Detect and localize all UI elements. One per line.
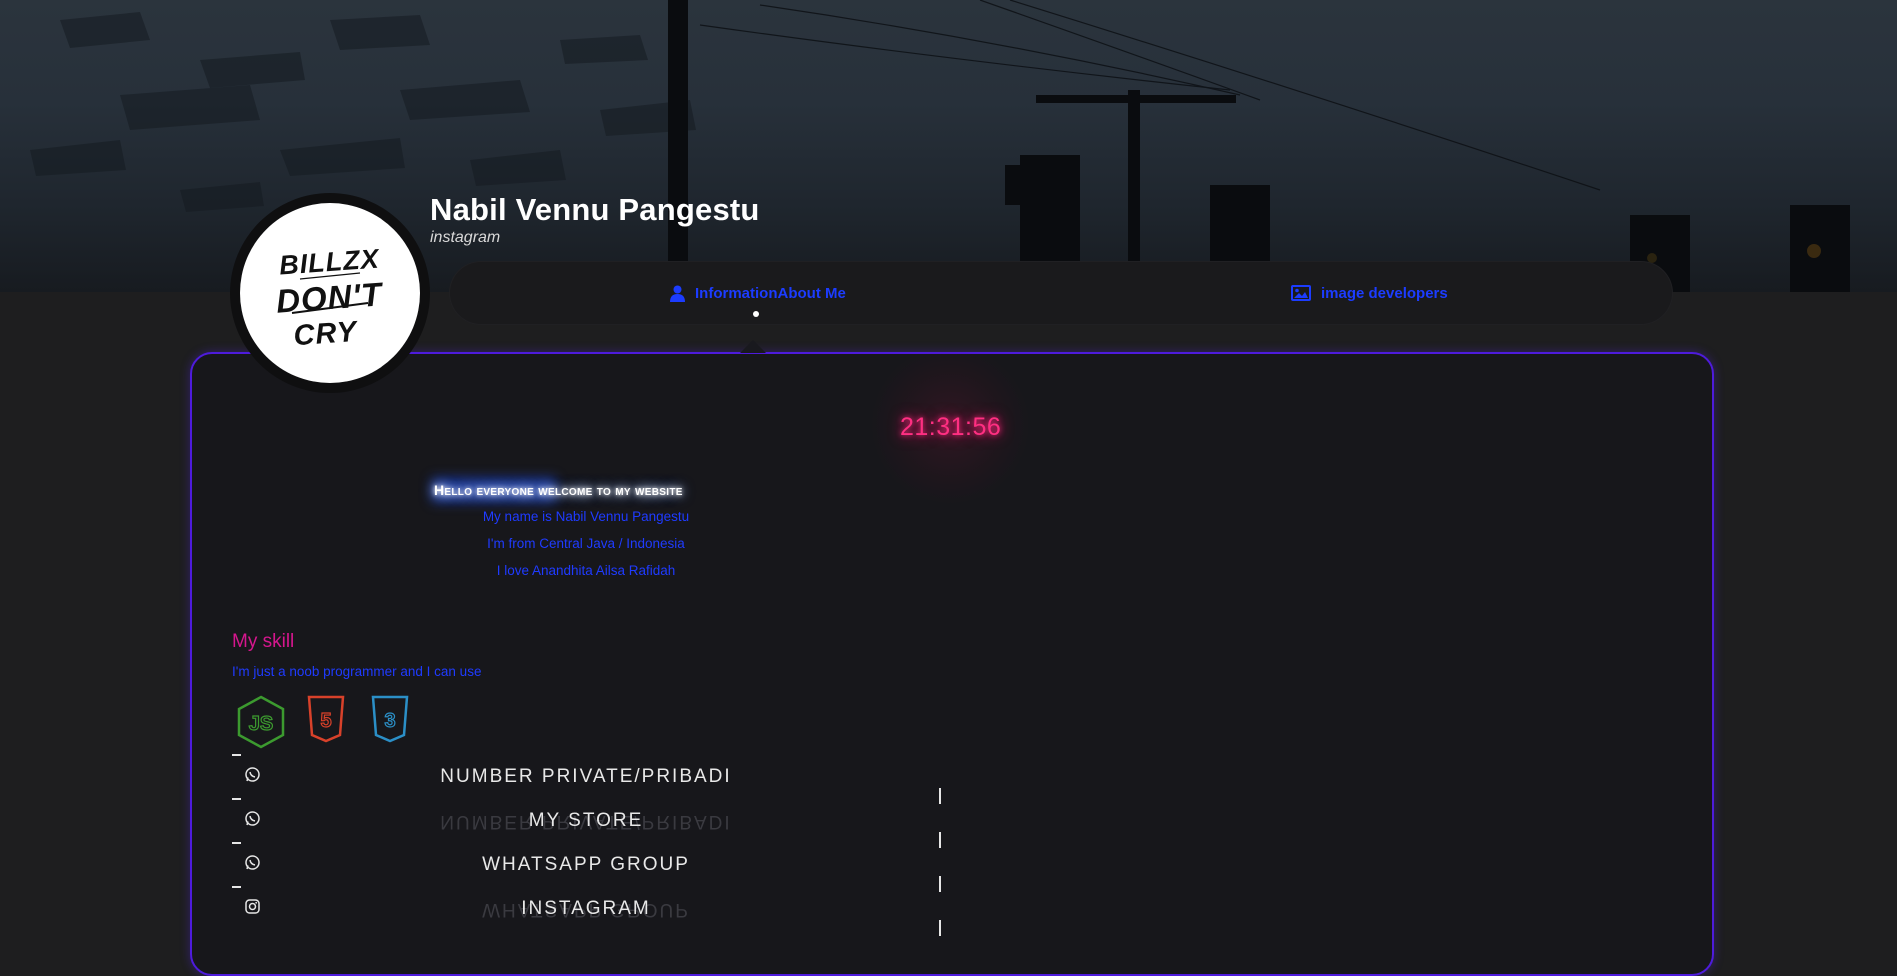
instagram-icon: [245, 899, 260, 914]
svg-text:CRY: CRY: [292, 316, 359, 352]
link-marker: [939, 832, 941, 848]
avatar: BILLZX DON'T CRY: [230, 193, 430, 393]
tab-label: image developers: [1321, 284, 1448, 302]
link-dash: [232, 754, 241, 756]
link-my-store[interactable]: MY STORE: [436, 810, 736, 832]
tab-caret: [740, 340, 766, 353]
link-dash: [232, 798, 241, 800]
svg-text:5: 5: [320, 710, 331, 732]
nodejs-icon: JS: [237, 695, 285, 749]
image-icon: [1291, 285, 1311, 301]
tab-image-developers[interactable]: image developers: [1291, 262, 1448, 324]
link-dash: [232, 842, 241, 844]
tab-label: InformationAbout Me: [695, 284, 846, 302]
profile-subtitle[interactable]: instagram: [430, 229, 500, 247]
intro-line: I love Anandhita Ailsa Rafidah: [496, 563, 676, 578]
billzx-logo: BILLZX DON'T CRY: [275, 243, 385, 352]
whatsapp-icon: [245, 855, 260, 870]
intro-line: My name is Nabil Vennu Pangestu: [482, 509, 690, 524]
link-number-private[interactable]: NUMBER PRIVATE/PRIBADI: [436, 766, 736, 788]
svg-text:JS: JS: [249, 713, 273, 735]
whatsapp-icon: [245, 767, 260, 782]
active-tab-indicator: [753, 311, 759, 317]
link-instagram[interactable]: INSTAGRAM: [436, 898, 736, 920]
link-marker: [939, 876, 941, 892]
css3-icon: 3: [371, 695, 409, 743]
link-marker: [939, 920, 941, 936]
svg-text:DON'T: DON'T: [275, 275, 385, 319]
avatar-logo: BILLZX DON'T CRY: [240, 203, 420, 383]
skills-title: My skill: [232, 631, 295, 652]
skills-subtitle: I'm just a noob programmer and I can use: [232, 664, 482, 679]
profile-tab-bar: InformationAbout Me image developers: [450, 262, 1672, 324]
svg-text:BILLZX: BILLZX: [278, 243, 381, 280]
whatsapp-icon: [245, 811, 260, 826]
svg-text:3: 3: [384, 710, 395, 732]
link-whatsapp-group[interactable]: WHATSAPP GROUP: [436, 854, 736, 876]
digital-clock: 21:31:56: [900, 413, 1002, 441]
link-dash: [232, 886, 241, 888]
welcome-heading: Hello everyone welcome to my website: [434, 482, 683, 498]
intro-line: I'm from Central Java / Indonesia: [487, 536, 685, 551]
profile-name: Nabil Vennu Pangestu: [430, 192, 760, 227]
link-marker: [939, 788, 941, 804]
html5-icon: 5: [307, 695, 345, 743]
user-icon: [670, 285, 685, 302]
